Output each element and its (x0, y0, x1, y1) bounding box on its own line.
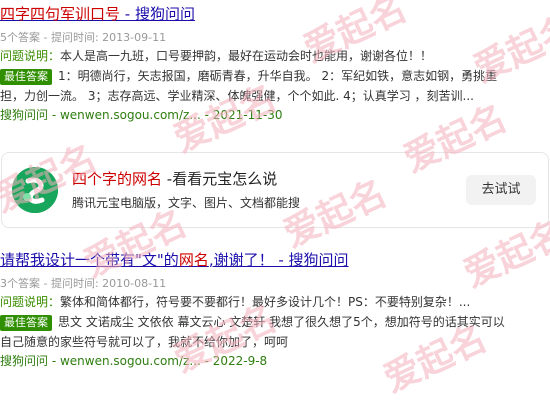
result-title-suffix[interactable]: - 搜狗问问 (120, 5, 195, 23)
result-url[interactable]: 搜狗问问 - wenwen.sogou.com/z... - 2022-9-8 (0, 352, 550, 370)
yuanbao-logo-icon (12, 167, 58, 213)
question-line: 问题说明：繁体和简体都行，符号要不要都行！最好多设计几个！PS：不要特别复杂！.… (0, 292, 550, 312)
result-title-link[interactable]: 请帮我设计一个带有"文"的网名,谢谢了！ - 搜狗问问 (0, 250, 550, 270)
card-title[interactable]: 四个字的网名 -看看元宝怎么说 (72, 169, 277, 189)
answer-line-2: 担，力创一流。 3；志存高远、学业精深、体魄强健，个个如此. 4；认真学习 ，刻… (0, 89, 474, 103)
question-line: 问题说明：本人是高一九班，口号要押韵，最好在运动会时也能用，谢谢各位！！ (0, 46, 550, 66)
answer-text-1: 1：明德尚行，矢志报国，磨砺青春，升华自我。 2：军纪如铁，意志如钢，勇挑重 (58, 69, 498, 83)
question-label: 问题说明： (0, 49, 61, 63)
result-title-part-a[interactable]: 请帮我设计一个带有"文"的 (0, 251, 179, 269)
result-title-part-b[interactable]: ,谢谢了！ - 搜狗问问 (209, 251, 349, 269)
result-title-highlight[interactable]: 网名 (179, 251, 209, 269)
try-button[interactable]: 去试试 (466, 175, 536, 205)
result-meta: 3个答案 - 提问时间: 2010-08-11 (0, 277, 167, 290)
question-text: 繁体和简体都行，符号要不要都行！最好多设计几个！PS：不要特别复杂！... (60, 295, 471, 309)
question-label: 问题说明： (0, 295, 61, 309)
search-result-2: 请帮我设计一个带有"文"的网名,谢谢了！ - 搜狗问问 3个答案 - 提问时间:… (0, 250, 550, 370)
result-url[interactable]: 搜狗问问 - wenwen.sogou.com/z... - 2021-11-3… (0, 106, 550, 124)
result-meta: 5个答案 - 提问时间: 2013-09-11 (0, 31, 167, 44)
answer-line-1: 最佳答案 思文 文诺成尘 文依依 幕文云心 文楚轩 我想了很久想了5个，想加符号的… (0, 312, 550, 332)
answer-line-2: 自己随意的家些符号就可以了，我就不给你加了，呵呵 (0, 335, 289, 349)
answer-text-1: 思文 文诺成尘 文依依 幕文云心 文楚轩 我想了很久想了5个，想加符号的话其实可… (58, 315, 505, 329)
card-subtitle: 腾讯元宝电脑版，文字、图片、文档都能搜 (72, 196, 301, 210)
yuanbao-card[interactable]: 四个字的网名 -看看元宝怎么说 腾讯元宝电脑版，文字、图片、文档都能搜 去试试 (1, 152, 549, 228)
card-title-rest[interactable]: -看看元宝怎么说 (162, 170, 277, 188)
search-result-1: 四字四句军训口号 - 搜狗问问 5个答案 - 提问时间: 2013-09-11 … (0, 4, 550, 124)
card-title-highlight[interactable]: 四个字的网名 (72, 170, 162, 188)
result-title-link[interactable]: 四字四句军训口号 - 搜狗问问 (0, 4, 550, 24)
answer-line-1: 最佳答案 1：明德尚行，矢志报国，磨砺青春，升华自我。 2：军纪如铁，意志如钢，勇… (0, 66, 550, 86)
result-title-main[interactable]: 四字四句军训口号 (0, 5, 120, 23)
best-answer-badge: 最佳答案 (0, 69, 52, 85)
best-answer-badge: 最佳答案 (0, 315, 52, 331)
question-text: 本人是高一九班，口号要押韵，最好在运动会时也能用，谢谢各位！！ (60, 49, 433, 63)
